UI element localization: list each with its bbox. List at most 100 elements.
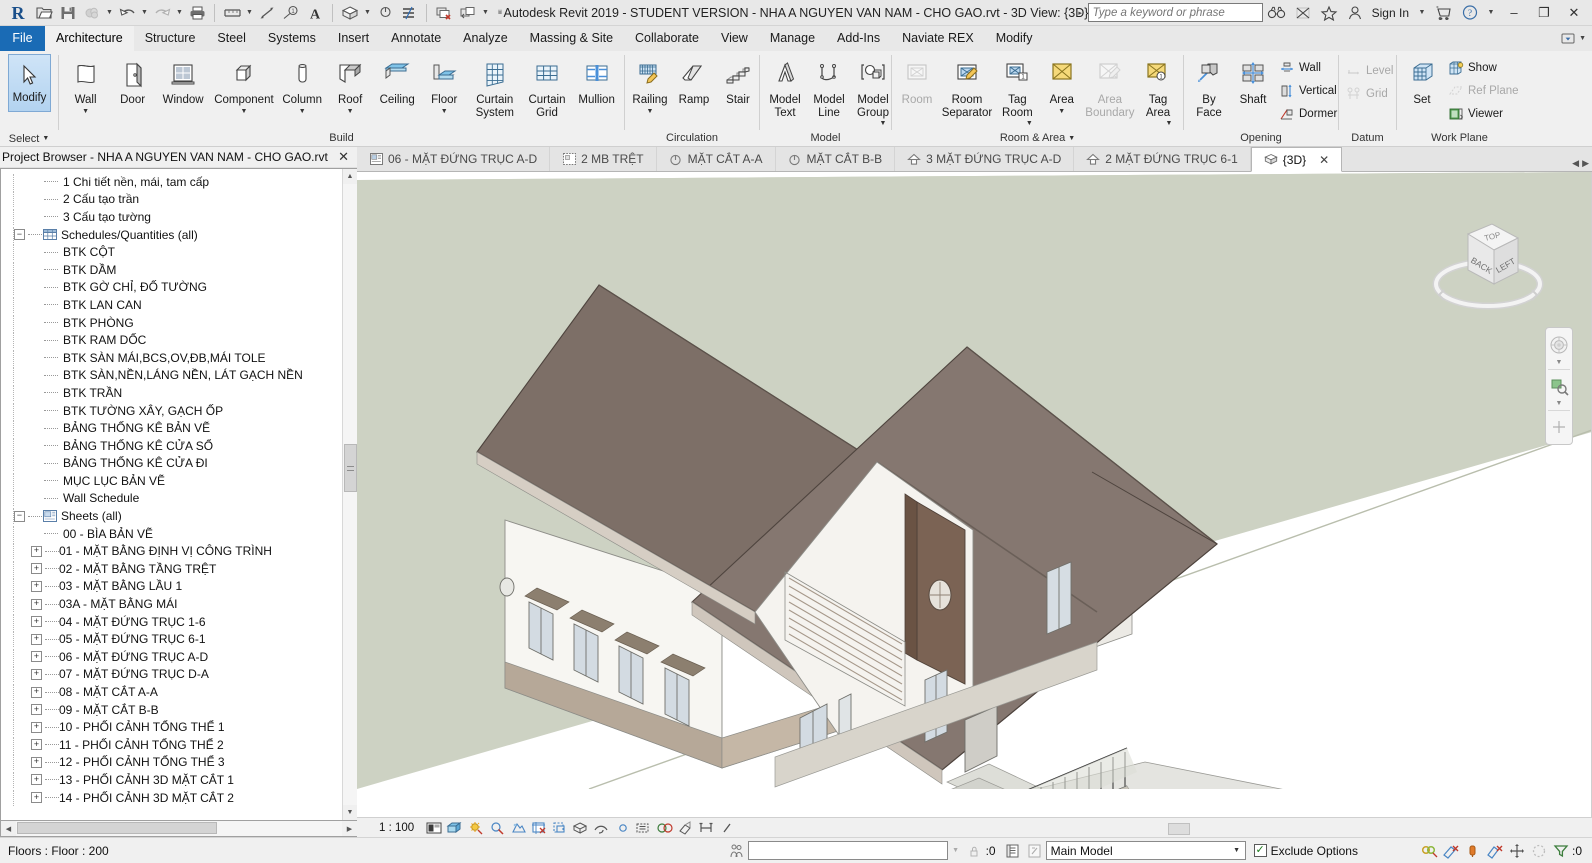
browser-tree-item[interactable]: +09 - MẶT CẮT B-B [1, 701, 342, 719]
browser-tree-item[interactable]: MỤC LỤC BẢN VẼ [1, 472, 342, 490]
browser-tree-item[interactable]: BTK CỘT [1, 243, 342, 261]
tab-insert[interactable]: Insert [327, 26, 380, 51]
select-pinned-icon[interactable] [1484, 841, 1506, 861]
switch-windows-icon[interactable] [456, 1, 480, 25]
design-option-selector[interactable]: Main Model ▼ [1045, 841, 1246, 860]
tree-expand-icon[interactable]: + [31, 580, 42, 592]
steering-wheel-dropdown-icon[interactable]: ▼ [1556, 359, 1563, 367]
autodesk-a360-icon[interactable] [1291, 1, 1315, 25]
3d-view-canvas[interactable]: TOP BACK LEFT ▼ ▼ [357, 172, 1592, 817]
browser-tree-item[interactable]: +11 - PHỐI CẢNH TỔNG THỂ 2 [1, 736, 342, 754]
steering-wheel-icon[interactable] [1546, 331, 1572, 359]
redo-dropdown-icon[interactable]: ▼ [174, 1, 185, 25]
hscroll-left-icon[interactable]: ◀ [1, 821, 16, 836]
tree-expand-icon[interactable]: + [31, 739, 42, 751]
thin-lines-icon[interactable] [397, 1, 421, 25]
tree-expand-icon[interactable]: + [31, 545, 42, 557]
room-separator-button[interactable]: Room Separator [939, 54, 995, 120]
sun-path-icon[interactable] [465, 818, 486, 837]
browser-tree-item[interactable]: +06 - MẶT ĐỨNG TRỤC A-D [1, 648, 342, 666]
restore-button[interactable]: ❐ [1530, 1, 1558, 25]
help-dropdown-icon[interactable]: ▼ [1484, 1, 1498, 25]
set-workplane-button[interactable]: Set [1400, 54, 1444, 108]
browser-tree-item[interactable]: BTK PHÒNG [1, 314, 342, 332]
drag-elements-icon[interactable] [1528, 841, 1550, 861]
component-dropdown-icon[interactable]: ▼ [240, 108, 247, 115]
tab-annotate[interactable]: Annotate [380, 26, 452, 51]
roof-button[interactable]: Roof ▼ [327, 54, 374, 116]
workplane-viewer-button[interactable]: Viewer [1444, 102, 1525, 125]
tab-modify[interactable]: Modify [985, 26, 1044, 51]
save-as-cloud-icon[interactable] [80, 1, 104, 25]
tree-expand-icon[interactable]: + [31, 774, 42, 786]
mullion-button[interactable]: Mullion [572, 54, 621, 108]
filter-icon[interactable] [1550, 841, 1572, 861]
view-tab-mat-cat-b-b[interactable]: MẶT CẮT B-B [776, 147, 896, 171]
worksets-icon[interactable] [726, 841, 748, 861]
hscroll-right-icon[interactable]: ▶ [342, 821, 357, 836]
browser-tree-item[interactable]: BTK DẦM [1, 261, 342, 279]
search-binoculars-icon[interactable] [1265, 1, 1289, 25]
tag-room-dropdown-icon[interactable]: ▼ [1026, 120, 1033, 127]
window-button[interactable]: Window [156, 54, 210, 108]
browser-tree-item[interactable]: +13 - PHỐI CẢNH 3D MẶT CẮT 1 [1, 771, 342, 789]
tab-massing-site[interactable]: Massing & Site [519, 26, 624, 51]
show-workplane-button[interactable]: Show [1444, 56, 1525, 79]
modify-button[interactable]: Modify [8, 54, 51, 112]
browser-tree-item[interactable]: BẢNG THỐNG KÊ CỬA ĐI [1, 455, 342, 473]
browser-tree-item[interactable]: BTK LAN CAN [1, 296, 342, 314]
door-button[interactable]: Door [109, 54, 156, 108]
show-crop-region-icon[interactable] [549, 818, 570, 837]
help-icon[interactable]: ? [1458, 1, 1482, 25]
select-underlay-icon[interactable] [1462, 841, 1484, 861]
sign-in-button[interactable]: Sign In [1369, 6, 1412, 20]
autodesk-app-store-icon[interactable] [1432, 1, 1456, 25]
section-icon[interactable] [373, 1, 397, 25]
measure-icon[interactable] [220, 1, 244, 25]
floor-dropdown-icon[interactable]: ▼ [441, 108, 448, 115]
active-design-option-icon[interactable] [1024, 841, 1046, 861]
browser-tree-item[interactable]: − Sheets (all) [1, 507, 342, 525]
column-dropdown-icon[interactable]: ▼ [299, 108, 306, 115]
browser-tree-item[interactable]: +04 - MẶT ĐỨNG TRỤC 1-6 [1, 613, 342, 631]
tab-manage[interactable]: Manage [759, 26, 826, 51]
zoom-tools-icon[interactable] [1546, 372, 1572, 400]
user-account-icon[interactable] [1343, 1, 1367, 25]
detail-level-icon[interactable] [423, 818, 444, 837]
by-face-button[interactable]: By Face [1187, 54, 1231, 120]
curtain-grid-button[interactable]: Curtain Grid [522, 54, 573, 120]
ribbon-minimize-group[interactable]: ▼ [1561, 26, 1592, 51]
rendering-dialog-icon[interactable] [507, 818, 528, 837]
print-icon[interactable] [185, 1, 209, 25]
tab-view[interactable]: View [710, 26, 759, 51]
wall-button[interactable]: Wall ▼ [62, 54, 109, 116]
measure-dropdown-icon[interactable]: ▼ [244, 1, 255, 25]
view-tab-scroll-icons[interactable]: ◀ ▶ [1572, 158, 1592, 171]
browser-tree-item[interactable]: +01 - MẶT BẰNG ĐỊNH VỊ CÔNG TRÌNH [1, 542, 342, 560]
tree-expand-icon[interactable]: + [31, 721, 42, 733]
floor-button[interactable]: Floor ▼ [421, 54, 468, 116]
workset-field[interactable] [747, 841, 948, 860]
browser-tree-item[interactable]: +08 - MẶT CẮT A-A [1, 683, 342, 701]
tab-structure[interactable]: Structure [134, 26, 207, 51]
undo-dropdown-icon[interactable]: ▼ [139, 1, 150, 25]
aligned-dimension-icon[interactable] [255, 1, 279, 25]
view-scale[interactable]: 1 : 100 [363, 822, 423, 834]
favorites-star-icon[interactable] [1317, 1, 1341, 25]
browser-tree-item[interactable]: 00 - BÌA BẢN VẼ [1, 525, 342, 543]
tree-expand-icon[interactable]: + [31, 616, 42, 628]
minimize-button[interactable]: – [1500, 1, 1528, 25]
temporary-hide-isolate-icon[interactable] [591, 818, 612, 837]
stair-button[interactable]: Stair [716, 54, 760, 108]
project-browser-scrollbar[interactable]: ▲ ▼ [342, 169, 357, 820]
browser-tree-item[interactable]: − Schedules/Quantities (all) [1, 226, 342, 244]
browser-tree-item[interactable]: BẢNG THỐNG KÊ CỬA SỔ [1, 437, 342, 455]
undo-icon[interactable] [115, 1, 139, 25]
worksharing-display-icon[interactable] [717, 818, 738, 837]
browser-tree-item[interactable]: +02 - MẶT BẰNG TẦNG TRỆT [1, 560, 342, 578]
railing-dropdown-icon[interactable]: ▼ [647, 108, 654, 115]
open-icon[interactable] [32, 1, 56, 25]
hscroll-track[interactable] [16, 821, 342, 836]
project-browser-hscrollbar[interactable]: ◀ ▶ [0, 821, 357, 837]
shaft-button[interactable]: Shaft [1231, 54, 1275, 108]
